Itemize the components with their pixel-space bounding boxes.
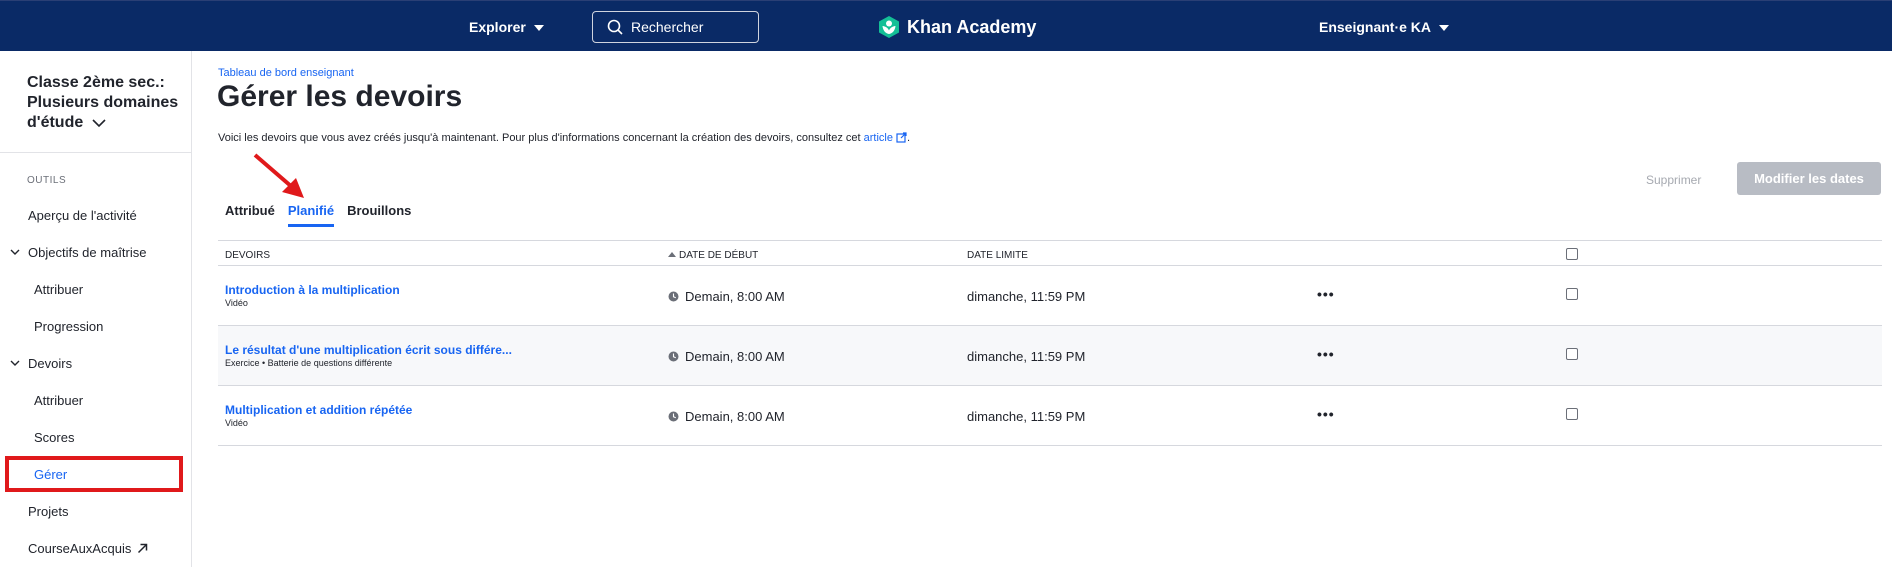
assignment-type: Vidéo: [225, 418, 248, 428]
more-options-button[interactable]: •••: [1317, 286, 1335, 302]
table-row: Multiplication et addition répétée Vidéo…: [218, 386, 1882, 446]
start-date-value: Demain, 8:00 AM: [685, 349, 785, 364]
chevron-down-icon[interactable]: [10, 248, 20, 256]
user-label: Enseignant·e KA: [1319, 19, 1432, 35]
start-date-value: Demain, 8:00 AM: [685, 289, 785, 304]
assignment-title-link[interactable]: Multiplication et addition répétée: [225, 403, 412, 417]
start-date-cell: Demain, 8:00 AM: [668, 349, 785, 364]
sidebar-item-assign[interactable]: Attribuer: [34, 393, 83, 408]
annotation-highlight-box: [5, 456, 183, 492]
row-checkbox[interactable]: [1566, 288, 1578, 300]
search-placeholder: Rechercher: [631, 19, 704, 35]
assignment-type: Vidéo: [225, 298, 248, 308]
user-menu-button[interactable]: Enseignant·e KA: [1319, 19, 1450, 35]
column-header-start-date[interactable]: DATE DE DÉBUT: [668, 250, 758, 261]
chevron-down-icon: [92, 119, 106, 127]
assignment-type: Exercice • Batterie de questions différe…: [225, 358, 393, 368]
page-title: Gérer les devoirs: [217, 80, 463, 113]
article-link[interactable]: article: [864, 132, 907, 144]
intro-body: Voici les devoirs que vous avez créés ju…: [218, 132, 861, 144]
intro-end: .: [906, 132, 911, 144]
table-row: Le résultat d'une multiplication écrit s…: [218, 326, 1882, 386]
assignment-title-link[interactable]: Introduction à la multiplication: [225, 283, 400, 297]
start-date-cell: Demain, 8:00 AM: [668, 289, 785, 304]
external-arrow-icon: [138, 543, 148, 554]
khan-academy-logo[interactable]: Khan Academy: [878, 15, 1036, 39]
due-date-cell: dimanche, 11:59 PM: [967, 349, 1086, 364]
sidebar-item-mastery-progress[interactable]: Progression: [34, 319, 103, 334]
explore-label: Explorer: [469, 19, 526, 35]
column-header-assignments: DEVOIRS: [225, 250, 271, 261]
sidebar-item-activity[interactable]: Aperçu de l'activité: [28, 208, 137, 223]
start-date-value: Demain, 8:00 AM: [685, 409, 785, 424]
sort-ascending-icon: [668, 252, 676, 257]
sidebar-item-mastery[interactable]: Objectifs de maîtrise: [28, 245, 147, 260]
modify-dates-button[interactable]: Modifier les dates: [1737, 162, 1881, 195]
column-header-due-date: DATE LIMITE: [967, 250, 1028, 261]
caret-down-icon: [533, 25, 544, 31]
row-checkbox[interactable]: [1566, 408, 1578, 420]
table-row: Introduction à la multiplication Vidéo D…: [218, 266, 1882, 326]
sidebar-item-projects[interactable]: Projets: [28, 504, 68, 519]
sidebar-item-mastery-assign[interactable]: Attribuer: [34, 282, 83, 297]
sidebar-item-course-challenge[interactable]: CourseAuxAcquis: [28, 541, 148, 556]
annotation-red-arrow: [253, 153, 304, 198]
delete-button[interactable]: Supprimer: [1646, 173, 1701, 187]
more-options-button[interactable]: •••: [1317, 406, 1335, 422]
assignment-title-link[interactable]: Le résultat d'une multiplication écrit s…: [225, 343, 512, 357]
sidebar-item-scores[interactable]: Scores: [34, 430, 74, 445]
sidebar-item-assignments[interactable]: Devoirs: [28, 356, 72, 371]
explore-menu-button[interactable]: Explorer: [469, 19, 544, 35]
sidebar: Classe 2ème sec.: Plusieurs domaines d'é…: [0, 51, 192, 567]
caret-down-icon: [1439, 25, 1450, 31]
assignments-table: DEVOIRS DATE DE DÉBUT DATE LIMITE Introd…: [218, 240, 1882, 446]
clock-icon: [668, 351, 679, 362]
khan-academy-leaf-icon: [879, 16, 899, 38]
tab-assigned[interactable]: Attribué: [225, 203, 275, 227]
course-challenge-label: CourseAuxAcquis: [28, 541, 132, 556]
sidebar-divider: [0, 152, 191, 153]
brand-name: Khan Academy: [907, 16, 1037, 37]
table-header: DEVOIRS DATE DE DÉBUT DATE LIMITE: [218, 240, 1882, 266]
intro-text: Voici les devoirs que vous avez créés ju…: [218, 132, 910, 144]
tab-drafts[interactable]: Brouillons: [347, 203, 411, 227]
search-input[interactable]: Rechercher: [592, 11, 759, 43]
start-date-header-label: DATE DE DÉBUT: [679, 250, 759, 261]
more-options-button[interactable]: •••: [1317, 346, 1335, 362]
breadcrumb[interactable]: Tableau de bord enseignant: [218, 67, 354, 79]
select-all-checkbox[interactable]: [1566, 248, 1578, 260]
clock-icon: [668, 291, 679, 302]
clock-icon: [668, 411, 679, 422]
top-navigation-bar: Explorer Rechercher Khan Academy Enseign…: [0, 0, 1892, 51]
due-date-cell: dimanche, 11:59 PM: [967, 409, 1086, 424]
tab-bar: Attribué Planifié Brouillons: [225, 203, 411, 227]
row-checkbox[interactable]: [1566, 348, 1578, 360]
tools-section-label: OUTILS: [27, 175, 67, 186]
article-link-label: article: [863, 132, 893, 144]
class-selector[interactable]: Classe 2ème sec.: Plusieurs domaines d'é…: [27, 73, 187, 133]
external-link-icon: [896, 132, 907, 143]
start-date-cell: Demain, 8:00 AM: [668, 409, 785, 424]
due-date-cell: dimanche, 11:59 PM: [967, 289, 1086, 304]
tab-scheduled[interactable]: Planifié: [287, 203, 335, 227]
search-icon: [607, 19, 623, 35]
chevron-down-icon[interactable]: [10, 359, 20, 367]
